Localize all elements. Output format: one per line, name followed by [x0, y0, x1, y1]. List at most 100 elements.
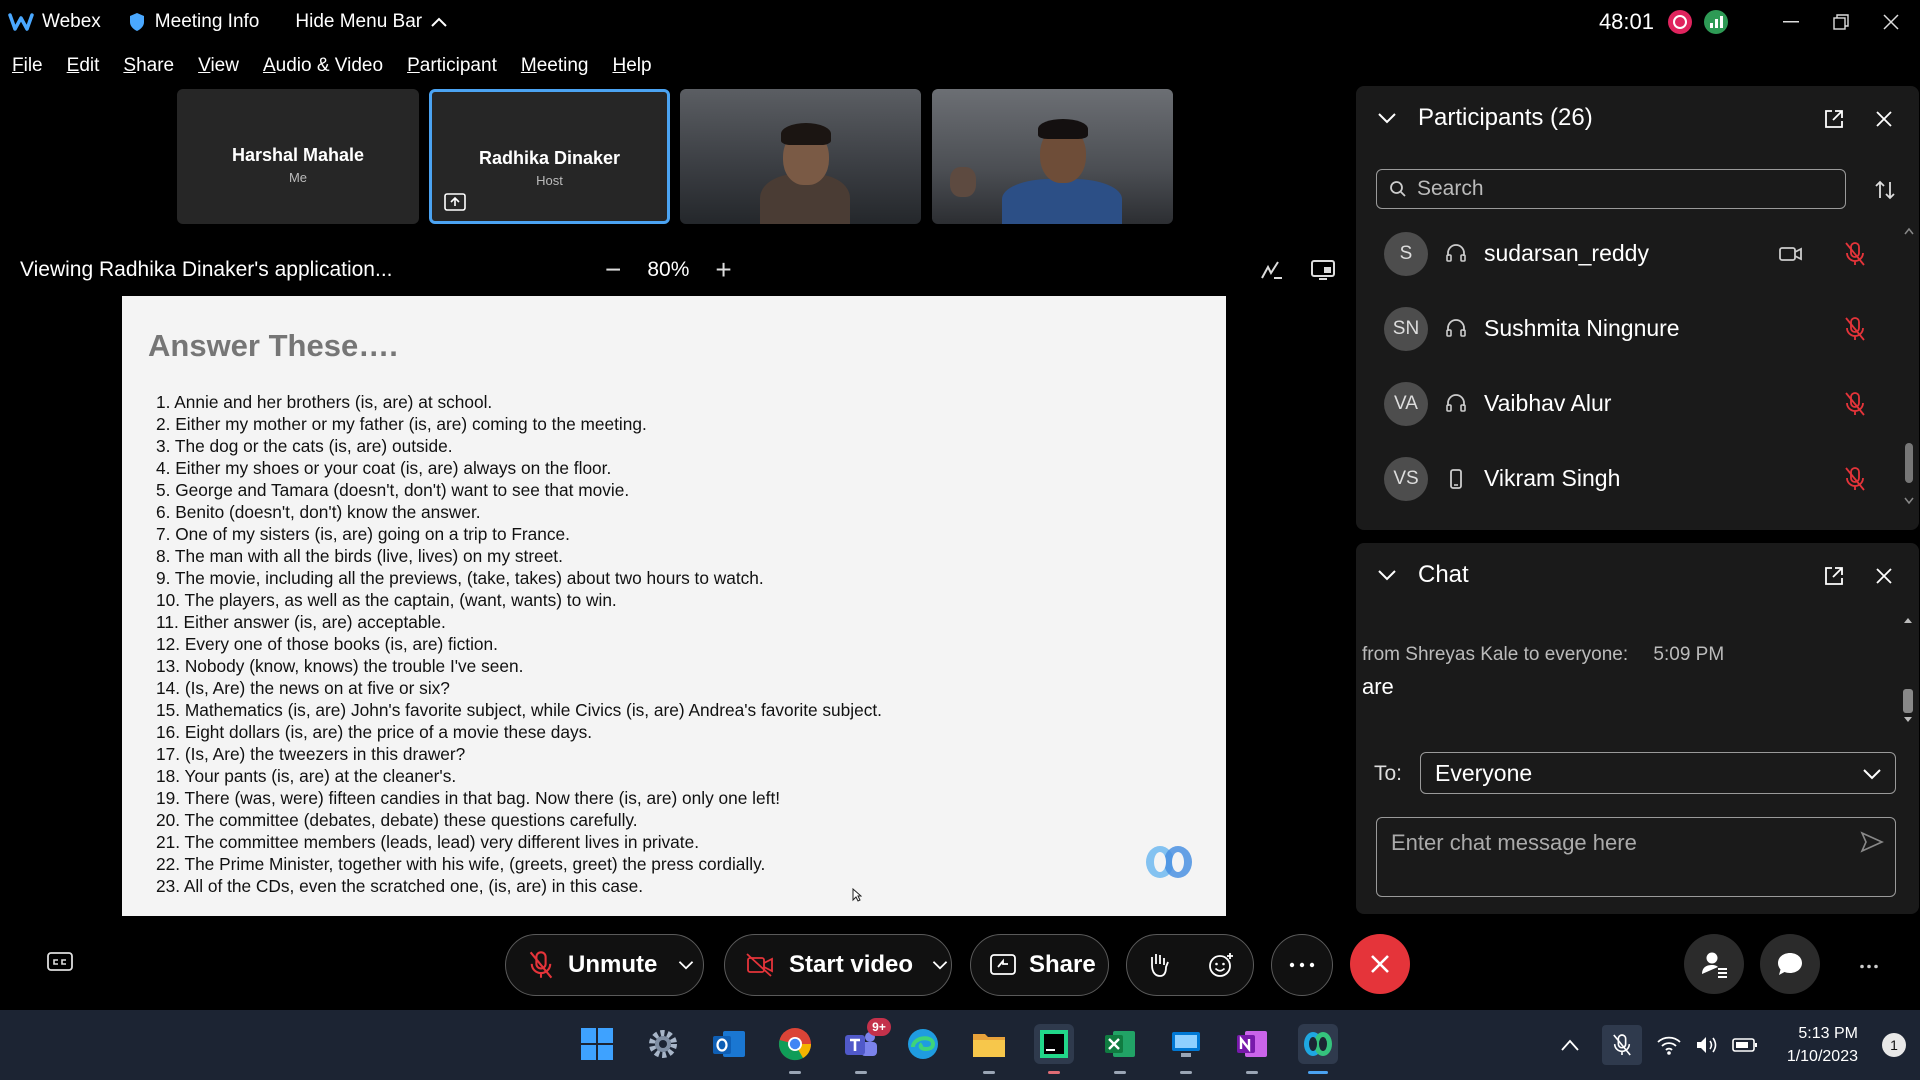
pop-out-icon[interactable] [1823, 108, 1845, 130]
screen-view-icon[interactable] [1310, 258, 1336, 282]
tile-name: Harshal Mahale [231, 145, 365, 165]
notification-count[interactable]: 1 [1882, 1033, 1906, 1057]
chat-sender: from Shreyas Kale to everyone: [1362, 644, 1629, 665]
gear-icon [649, 1030, 677, 1058]
menu-meeting[interactable]: Meeting [521, 55, 589, 77]
meeting-info-button[interactable]: Meeting Info [129, 11, 259, 33]
avatar: VA [1384, 381, 1428, 426]
chat-message-text: are [1362, 674, 1394, 699]
recording-icon[interactable] [1668, 10, 1692, 34]
unmute-button[interactable]: Unmute [505, 934, 704, 996]
tile-role: Host [536, 173, 563, 188]
taskbar-excel[interactable] [1100, 1024, 1140, 1074]
participant-tile-host[interactable]: Radhika Dinaker Host [429, 89, 670, 224]
hide-menu-bar-button[interactable]: Hide Menu Bar [295, 11, 448, 33]
close-icon[interactable] [1873, 565, 1895, 587]
closed-captions-icon[interactable] [46, 950, 74, 974]
more-panels-button[interactable] [1860, 956, 1878, 974]
zoom-out-button[interactable]: − [605, 254, 621, 286]
taskbar-clock[interactable]: 5:13 PM 1/10/2023 [1787, 1022, 1858, 1068]
menu-participant[interactable]: Participant [407, 55, 497, 77]
chat-recipient-select[interactable]: Everyone [1420, 752, 1896, 794]
more-options-button[interactable] [1271, 934, 1333, 996]
leave-meeting-button[interactable] [1350, 934, 1410, 994]
muted-mic-icon[interactable] [1844, 316, 1866, 342]
chat-header[interactable]: Chat [1376, 561, 1469, 589]
question-item: 22. The Prime Minister, together with hi… [156, 854, 766, 874]
chat-toggle-button[interactable] [1760, 934, 1820, 994]
muted-mic-icon [529, 951, 553, 979]
zoom-in-button[interactable]: + [715, 254, 731, 286]
scrollbar-thumb[interactable] [1903, 689, 1913, 713]
taskbar-onenote[interactable] [1232, 1024, 1272, 1074]
menu-view[interactable]: View [198, 55, 239, 77]
scrollbar-thumb[interactable] [1905, 443, 1913, 483]
chevron-down-icon[interactable] [931, 956, 949, 974]
participant-row[interactable]: SN Sushmita Ningnure [1356, 291, 1896, 366]
send-icon[interactable] [1859, 830, 1885, 854]
recipient-value: Everyone [1435, 759, 1533, 786]
raise-hand-icon[interactable] [1146, 951, 1170, 979]
menu-audio-video[interactable]: Audio & Video [263, 55, 383, 77]
participant-video-tile[interactable] [680, 89, 921, 224]
taskbar-edge[interactable] [903, 1024, 943, 1064]
mic-muted-tray[interactable] [1602, 1025, 1642, 1065]
annotate-icon[interactable] [1258, 258, 1284, 282]
webex-watermark-icon [1146, 846, 1192, 878]
participant-row[interactable]: VS Vikram Singh [1356, 441, 1896, 516]
taskbar-settings[interactable] [643, 1024, 683, 1064]
chat-message-input[interactable]: Enter chat message here [1376, 817, 1896, 897]
chevron-down-icon[interactable] [677, 956, 695, 974]
share-button[interactable]: Share [970, 934, 1109, 996]
participants-header[interactable]: Participants (26) [1376, 104, 1593, 132]
start-video-button[interactable]: Start video [724, 934, 952, 996]
muted-mic-icon[interactable] [1844, 466, 1866, 492]
video-person [1002, 179, 1122, 224]
volume-icon[interactable] [1694, 1034, 1720, 1056]
chevron-down-icon[interactable] [1376, 107, 1398, 129]
close-window-button[interactable] [1868, 0, 1914, 44]
sort-icon[interactable] [1873, 178, 1897, 202]
wifi-icon[interactable] [1656, 1034, 1682, 1056]
participants-toggle-button[interactable] [1684, 934, 1744, 994]
taskbar-chrome[interactable] [775, 1024, 815, 1074]
participant-video-tile[interactable] [932, 89, 1173, 224]
participant-row[interactable]: VA Vaibhav Alur [1356, 366, 1896, 441]
chevron-up-icon[interactable] [1560, 1038, 1580, 1052]
start-video-label: Start video [789, 951, 914, 978]
menu-share[interactable]: Share [123, 55, 174, 77]
menu-file[interactable]: File [12, 55, 43, 77]
network-stats-icon[interactable] [1704, 10, 1728, 34]
chevron-down-icon[interactable] [1376, 564, 1398, 586]
pycharm-icon [1040, 1030, 1068, 1058]
participant-search-input[interactable]: Search [1376, 169, 1846, 209]
question-item: 8. The man with all the birds (live, liv… [156, 546, 563, 566]
taskbar-webex[interactable] [1298, 1024, 1338, 1074]
taskbar-pycharm[interactable] [1034, 1024, 1074, 1074]
muted-mic-icon[interactable] [1844, 391, 1866, 417]
close-icon[interactable] [1873, 108, 1895, 130]
pop-out-icon[interactable] [1823, 565, 1845, 587]
taskbar-remote-desktop[interactable] [1166, 1024, 1206, 1074]
question-item: 14. (Is, Are) the news on at five or six… [156, 678, 450, 698]
edge-icon [908, 1029, 938, 1059]
taskbar-file-explorer[interactable] [969, 1024, 1009, 1074]
taskbar-teams[interactable]: 9+ [841, 1018, 891, 1074]
participant-name: Sushmita Ningnure [1484, 315, 1680, 341]
battery-icon[interactable] [1732, 1036, 1758, 1054]
avatar: VS [1384, 456, 1428, 501]
question-item: 15. Mathematics (is, are) John's favorit… [156, 700, 882, 720]
shared-screen[interactable]: Answer These…. 1. Annie and her brothers… [122, 296, 1226, 916]
minimize-button[interactable] [1768, 0, 1814, 44]
muted-mic-icon[interactable] [1844, 241, 1866, 267]
taskbar-outlook[interactable] [709, 1024, 749, 1064]
clock-time: 5:13 PM [1798, 1025, 1858, 1042]
chat-title: Chat [1418, 561, 1469, 588]
restore-button[interactable] [1818, 0, 1864, 44]
menu-help[interactable]: Help [612, 55, 651, 77]
reactions-icon[interactable] [1207, 951, 1235, 979]
participant-tile-self[interactable]: Harshal Mahale Me [177, 89, 419, 224]
start-button[interactable] [577, 1024, 617, 1064]
menu-edit[interactable]: Edit [67, 55, 100, 77]
participant-row[interactable]: S sudarsan_reddy [1356, 216, 1896, 291]
